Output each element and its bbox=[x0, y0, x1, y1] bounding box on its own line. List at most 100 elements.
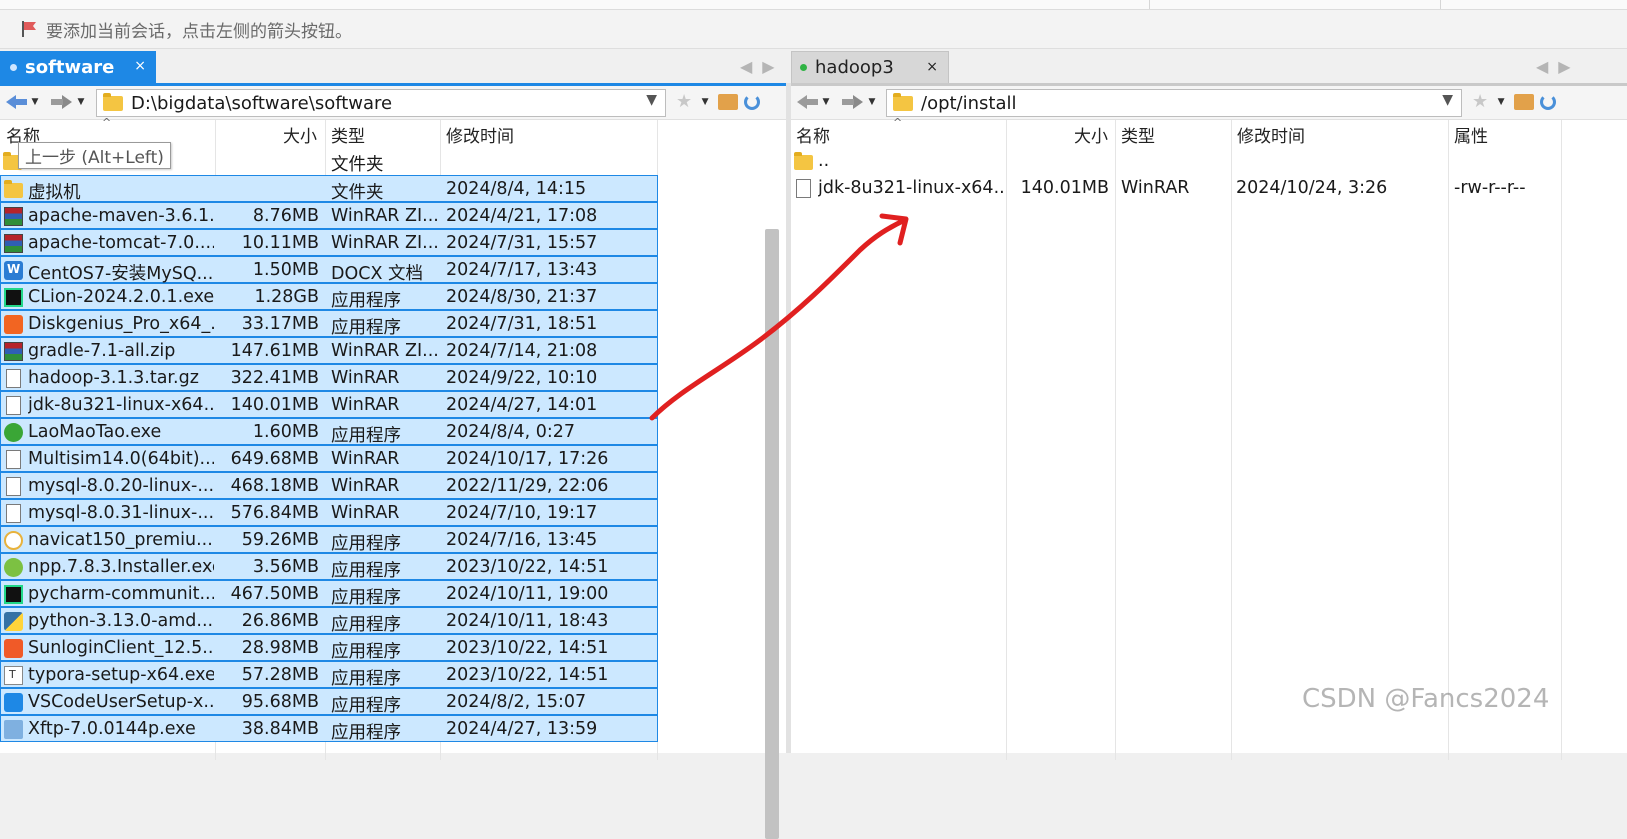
file-row[interactable]: mysql-8.0.31-linux-... 576.84MB WinRAR 2024… bbox=[0, 499, 658, 526]
parent-directory-row[interactable]: .. bbox=[791, 148, 1627, 175]
file-row[interactable]: CentOS7-安装MySQ... 1.50MB DOCX 文档 2024/7/17,… bbox=[0, 256, 658, 284]
cell-size: 28.98MB bbox=[241, 638, 319, 658]
column-name[interactable]: 名称 bbox=[796, 122, 830, 147]
column-modified[interactable]: 修改时间 bbox=[1237, 122, 1305, 147]
cell-name: jdk-8u321-linux-x64... bbox=[28, 395, 214, 415]
cell-modified: 2024/9/22, 10:10 bbox=[446, 368, 598, 388]
refresh-icon[interactable] bbox=[744, 93, 761, 110]
forward-dropdown-icon[interactable]: ▼ bbox=[74, 97, 88, 107]
cell-name: jdk-8u321-linux-x64... bbox=[818, 178, 1004, 198]
cell-size: 59.26MB bbox=[241, 530, 319, 550]
tab-scroll-arrows[interactable]: ◀▶ bbox=[740, 57, 785, 76]
local-toolbar: ▼ ▼ D:\bigdata\software\software ▼ ★ ▼ bbox=[0, 86, 786, 120]
back-dropdown-icon[interactable]: ▼ bbox=[819, 97, 833, 107]
rar-icon bbox=[4, 342, 23, 361]
remote-path-field[interactable]: /opt/install ▼ bbox=[886, 89, 1462, 117]
cell-name: typora-setup-x64.exe bbox=[28, 665, 214, 685]
rar-icon bbox=[4, 234, 23, 253]
file-row[interactable]: jdk-8u321-linux-x64... 140.01MB WinRAR 2024… bbox=[0, 391, 658, 418]
cell-size: 1.28GB bbox=[254, 287, 319, 307]
back-arrow-icon[interactable] bbox=[4, 91, 28, 113]
file-row[interactable]: CLion-2024.2.0.1.exe 1.28GB 应用程序 2024/8/30,… bbox=[0, 283, 658, 311]
npp-icon bbox=[4, 558, 23, 577]
cell-name: navicat150_premiu... bbox=[28, 530, 213, 550]
file-row[interactable]: pycharm-communit... 467.50MB 应用程序 2024/10/1… bbox=[0, 580, 658, 608]
file-icon bbox=[796, 179, 811, 198]
tab-close-button[interactable]: × bbox=[926, 59, 938, 75]
file-row[interactable]: Diskgenius_Pro_x64_... 33.17MB 应用程序 2024/7/… bbox=[0, 310, 658, 338]
cell-modified: 2024/10/24, 3:26 bbox=[1236, 178, 1388, 198]
cell-name: Multisim14.0(64bit).... bbox=[28, 449, 214, 469]
bookmark-star-icon[interactable]: ★ bbox=[676, 91, 692, 112]
open-folder-icon[interactable] bbox=[718, 93, 739, 110]
cell-type: 应用程序 bbox=[331, 561, 401, 581]
cell-name: 虚拟机 bbox=[28, 183, 81, 203]
back-dropdown-icon[interactable]: ▼ bbox=[28, 97, 42, 107]
watermark: CSDN @Fancs2024 bbox=[1302, 684, 1550, 714]
refresh-icon[interactable] bbox=[1540, 93, 1557, 110]
py-icon bbox=[4, 612, 23, 631]
chevron-down-icon[interactable]: ▼ bbox=[646, 92, 657, 108]
file-row[interactable]: LaoMaoTao.exe 1.60MB 应用程序 2024/8/4, 0:27 bbox=[0, 418, 658, 446]
cell-type: 应用程序 bbox=[331, 534, 401, 554]
file-row[interactable]: Xftp-7.0.0144p.exe 38.84MB 应用程序 2024/4/27, … bbox=[0, 715, 658, 743]
pyc-icon bbox=[4, 585, 23, 604]
file-row[interactable]: npp.7.8.3.Installer.exe 3.56MB 应用程序 2023/10… bbox=[0, 553, 658, 581]
remote-column-header: 名称 大小 类型 修改时间 属性 bbox=[791, 120, 1627, 147]
cell-size: 95.68MB bbox=[241, 692, 319, 712]
file-row[interactable]: typora-setup-x64.exe 57.28MB 应用程序 2023/10/2… bbox=[0, 661, 658, 689]
file-row[interactable]: python-3.13.0-amd... 26.86MB 应用程序 2024/10/1… bbox=[0, 607, 658, 635]
column-type[interactable]: 类型 bbox=[331, 122, 365, 147]
chevron-down-icon[interactable]: ▼ bbox=[1442, 92, 1453, 108]
column-attributes[interactable]: 属性 bbox=[1454, 122, 1488, 147]
file-row[interactable]: VSCodeUserSetup-x... 95.68MB 应用程序 2024/8/2,… bbox=[0, 688, 658, 716]
right-tab-strip: hadoop3 × ◀▶ bbox=[791, 49, 1627, 83]
tab-hadoop3[interactable]: hadoop3 × bbox=[791, 51, 949, 83]
file-row[interactable]: mysql-8.0.20-linux-... 468.18MB WinRAR 2022… bbox=[0, 472, 658, 499]
cell-type: 文件夹 bbox=[331, 183, 384, 203]
file-row[interactable]: 虚拟机 文件夹 2024/8/4, 14:15 bbox=[0, 175, 658, 203]
cell-size: 38.84MB bbox=[241, 719, 319, 739]
cell-type: 应用程序 bbox=[331, 696, 401, 716]
vertical-scrollbar[interactable] bbox=[765, 229, 779, 839]
local-path-text: D:\bigdata\software\software bbox=[131, 92, 393, 114]
back-arrow-icon[interactable] bbox=[795, 91, 819, 113]
cell-modified: 2024/8/4, 14:15 bbox=[446, 179, 587, 199]
forward-dropdown-icon[interactable]: ▼ bbox=[865, 97, 879, 107]
file-row[interactable]: hadoop-3.1.3.tar.gz 322.41MB WinRAR 2024/9/… bbox=[0, 364, 658, 391]
bookmark-dropdown-icon[interactable]: ▼ bbox=[1494, 97, 1508, 107]
forward-arrow-icon[interactable] bbox=[841, 91, 865, 113]
column-size[interactable]: 大小 bbox=[283, 122, 317, 147]
local-path-field[interactable]: D:\bigdata\software\software ▼ bbox=[96, 89, 666, 117]
column-modified[interactable]: 修改时间 bbox=[446, 122, 514, 147]
tab-close-button[interactable]: × bbox=[134, 58, 146, 74]
top-strip bbox=[0, 0, 1627, 10]
file-row[interactable]: navicat150_premiu... 59.26MB 应用程序 2024/7/16… bbox=[0, 526, 658, 554]
bookmark-star-icon[interactable]: ★ bbox=[1472, 91, 1488, 112]
cell-name: apache-tomcat-7.0.... bbox=[28, 233, 214, 253]
cell-name: pycharm-communit... bbox=[28, 584, 214, 604]
remote-path-text: /opt/install bbox=[921, 92, 1017, 114]
file-row[interactable]: SunloginClient_12.5.... 28.98MB 应用程序 2023/1… bbox=[0, 634, 658, 662]
column-size[interactable]: 大小 bbox=[1074, 122, 1108, 147]
cell-size: 322.41MB bbox=[230, 368, 319, 388]
forward-arrow-icon[interactable] bbox=[50, 91, 74, 113]
folder-icon bbox=[794, 152, 813, 170]
tab-scroll-arrows[interactable]: ◀▶ bbox=[1536, 57, 1581, 76]
cell-type: DOCX 文档 bbox=[331, 264, 424, 284]
file-row[interactable]: apache-maven-3.6.1... 8.76MB WinRAR ZI... 2… bbox=[0, 202, 658, 229]
file-row[interactable]: jdk-8u321-linux-x64... 140.01MB WinRAR 2024… bbox=[791, 175, 1627, 202]
bookmark-dropdown-icon[interactable]: ▼ bbox=[698, 97, 712, 107]
file-row[interactable]: Multisim14.0(64bit).... 649.68MB WinRAR 202… bbox=[0, 445, 658, 472]
file-row[interactable]: apache-tomcat-7.0.... 10.11MB WinRAR ZI...… bbox=[0, 229, 658, 256]
tab-software[interactable]: software × bbox=[0, 51, 156, 83]
cell-size: 1.60MB bbox=[252, 422, 319, 442]
local-pane: ▼ ▼ D:\bigdata\software\software ▼ ★ ▼ 名… bbox=[0, 83, 786, 839]
cell-type: 应用程序 bbox=[331, 615, 401, 635]
open-folder-icon[interactable] bbox=[1514, 93, 1535, 110]
cell-type: WinRAR bbox=[331, 395, 400, 415]
column-type[interactable]: 类型 bbox=[1121, 122, 1155, 147]
back-tooltip: 上一步 (Alt+Left) bbox=[18, 142, 171, 169]
cell-name: Xftp-7.0.0144p.exe bbox=[28, 719, 196, 739]
file-row[interactable]: gradle-7.1-all.zip 147.61MB WinRAR ZI... 20… bbox=[0, 337, 658, 364]
